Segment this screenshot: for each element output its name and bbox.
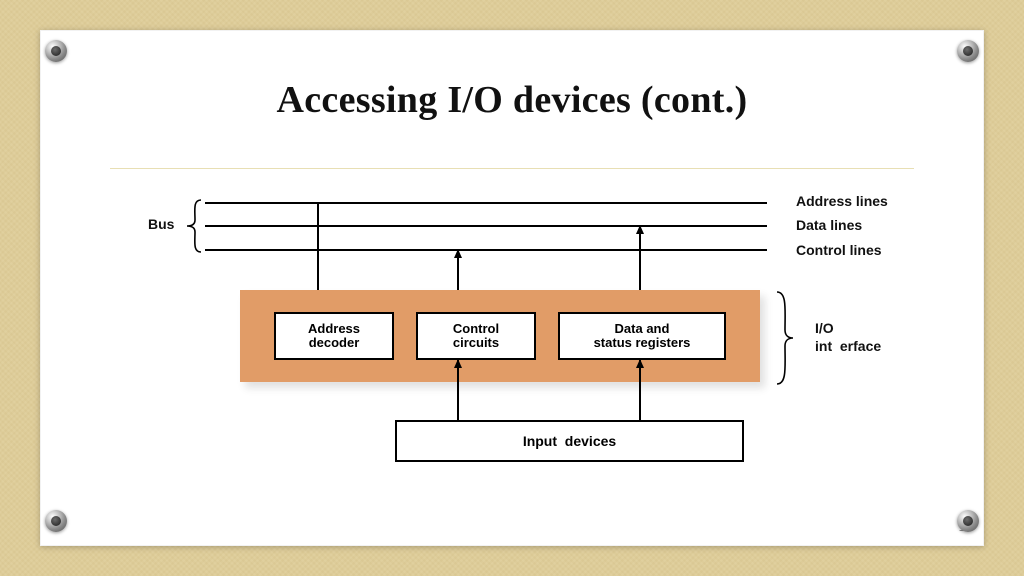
- slide-canvas: Accessing I/O devices (cont.) Bus Addres…: [0, 0, 1024, 576]
- bus-brace: [185, 198, 203, 254]
- data-lines-label: Data lines: [796, 217, 862, 233]
- address-lines-label: Address lines: [796, 193, 888, 209]
- slide-title: Accessing I/O devices (cont.): [40, 78, 984, 122]
- io-interface-block: Address decoder Control circuits Data an…: [240, 290, 760, 382]
- control-line: [205, 249, 767, 251]
- control-lines-label: Control lines: [796, 242, 882, 258]
- data-line: [205, 225, 767, 227]
- io-interface-label-line1: I/O: [815, 320, 834, 336]
- arrow-input-to-control: [457, 360, 459, 420]
- screw-icon: [957, 40, 979, 62]
- data-status-registers-box: Data and status registers: [558, 312, 726, 360]
- address-decoder-box: Address decoder: [274, 312, 394, 360]
- screw-icon: [957, 510, 979, 532]
- control-circuits-box: Control circuits: [416, 312, 536, 360]
- io-interface-label-line2: int erface: [815, 338, 881, 354]
- io-interface-brace: [775, 290, 795, 386]
- bus-label: Bus: [148, 216, 174, 232]
- slide: Accessing I/O devices (cont.) Bus Addres…: [40, 30, 984, 546]
- input-devices-box: Input devices: [395, 420, 744, 462]
- address-line: [205, 202, 767, 204]
- title-divider: [110, 168, 914, 169]
- screw-icon: [45, 510, 67, 532]
- screw-icon: [45, 40, 67, 62]
- arrow-input-to-data: [639, 360, 641, 420]
